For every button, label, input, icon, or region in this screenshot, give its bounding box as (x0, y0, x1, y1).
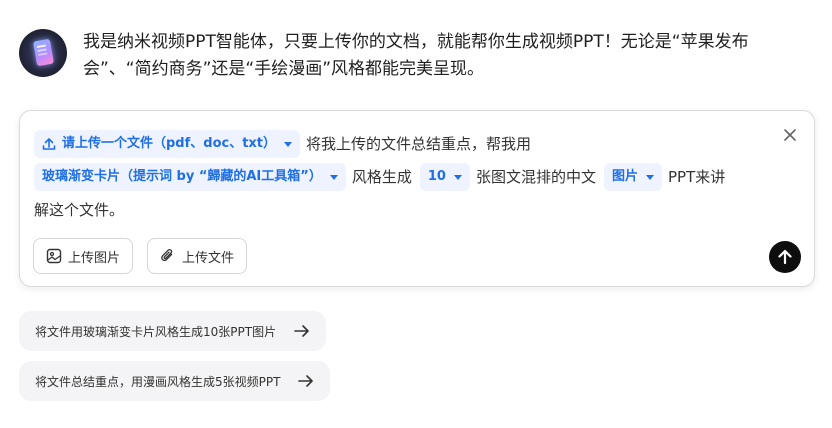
suggestion-item-1[interactable]: 将文件用玻璃渐变卡片风格生成10张PPT图片 (19, 311, 327, 351)
count-select-label: 10 (427, 169, 446, 184)
prompt-template: 请上传一个文件（pdf、doc、txt） 将我上传的文件总结重点，帮我用 玻璃渐… (34, 130, 794, 229)
suggestion-label: 将文件用玻璃渐变卡片风格生成10张PPT图片 (35, 324, 277, 339)
prompt-line-2: 玻璃渐变卡片（提示词 by “歸藏的AI工具箱”） 风格生成 10 张图文混排的… (34, 163, 794, 191)
paperclip-icon (161, 248, 173, 262)
upload-file-label: 上传文件 (182, 250, 235, 266)
chevron-down-icon (645, 174, 654, 180)
style-select-chip[interactable]: 玻璃渐变卡片（提示词 by “歸藏的AI工具箱”） (34, 163, 346, 191)
agent-intro-row: 我是纳米视频PPT智能体，只要上传你的文档，就能帮你生成视频PPT！无论是“苹果… (19, 29, 819, 83)
prompt-composer: 请上传一个文件（pdf、doc、txt） 将我上传的文件总结重点，帮我用 玻璃渐… (19, 110, 815, 287)
suggestion-item-2[interactable]: 将文件总结重点，用漫画风格生成5张视频PPT (19, 361, 331, 401)
upload-file-chip[interactable]: 请上传一个文件（pdf、doc、txt） (34, 130, 301, 158)
upload-icon (42, 138, 56, 150)
chevron-down-icon (453, 174, 462, 180)
agent-avatar (19, 29, 67, 77)
arrow-right-icon (298, 375, 314, 387)
upload-file-chip-label: 请上传一个文件（pdf、doc、txt） (62, 136, 277, 151)
agent-intro-text: 我是纳米视频PPT智能体，只要上传你的文档，就能帮你生成视频PPT！无论是“苹果… (83, 29, 783, 83)
prompt-text-2: 风格生成 (351, 168, 412, 186)
prompt-text-1: 将我上传的文件总结重点，帮我用 (306, 135, 532, 153)
chevron-down-icon (284, 141, 293, 147)
send-button[interactable] (769, 241, 801, 273)
prompt-line-1: 请上传一个文件（pdf、doc、txt） 将我上传的文件总结重点，帮我用 (34, 130, 794, 158)
chevron-down-icon (329, 174, 338, 180)
arrow-right-icon (294, 325, 309, 337)
prompt-text-4: PPT来讲 (667, 168, 726, 186)
prompt-line-3: 解这个文件。 (34, 196, 794, 224)
arrow-up-icon (778, 249, 792, 265)
upload-image-button[interactable]: 上传图片 (33, 238, 134, 274)
upload-file-button[interactable]: 上传文件 (147, 238, 248, 274)
suggestion-label: 将文件总结重点，用漫画风格生成5张视频PPT (35, 374, 281, 389)
format-select-label: 图片 (611, 169, 638, 184)
agent-intro-line-2: 会”、“简约商务”还是“手绘漫画”风格都能完美呈现。 (83, 59, 485, 79)
style-select-label: 玻璃渐变卡片（提示词 by “歸藏的AI工具箱”） (42, 169, 322, 184)
prompt-text-3: 张图文混排的中文 (475, 168, 596, 186)
agent-intro-line-1: 我是纳米视频PPT智能体，只要上传你的文档，就能帮你生成视频PPT！无论是“苹果… (83, 32, 749, 52)
image-icon (46, 248, 62, 264)
format-select-chip[interactable]: 图片 (603, 163, 662, 191)
upload-image-label: 上传图片 (68, 250, 121, 266)
count-select-chip[interactable]: 10 (419, 163, 470, 191)
prompt-text-5: 解这个文件。 (34, 201, 125, 219)
ppt-card-icon (32, 38, 55, 67)
